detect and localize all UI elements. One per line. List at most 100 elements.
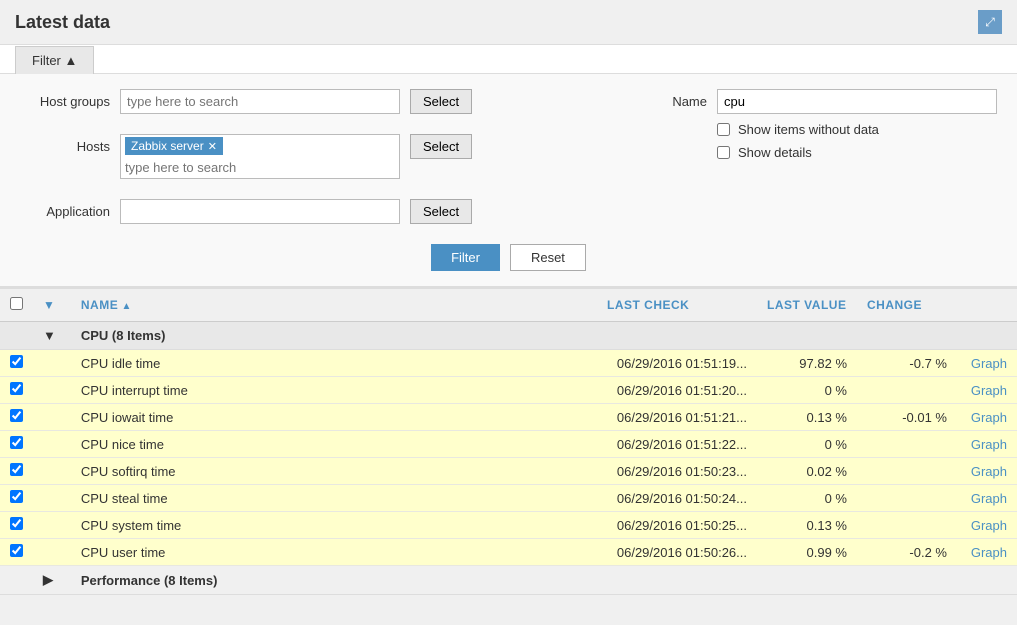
host-tag-remove-icon[interactable]: ✕ xyxy=(208,140,217,153)
item-name-6: CPU steal time xyxy=(71,485,597,512)
host-groups-input[interactable] xyxy=(120,89,400,114)
graph-link-5[interactable]: Graph xyxy=(971,464,1007,479)
graph-link-3[interactable]: Graph xyxy=(971,410,1007,425)
perf-group-label: Performance (8 Items) xyxy=(71,566,1017,595)
table-row: CPU nice time 06/29/2016 01:51:22... 0 %… xyxy=(0,431,1017,458)
filter-button[interactable]: Filter xyxy=(431,244,500,271)
main-content: Filter ▲ Host groups Select Hosts xyxy=(0,44,1017,595)
host-groups-select-button[interactable]: Select xyxy=(410,89,472,114)
name-label: Name xyxy=(667,94,707,109)
show-details-checkbox[interactable] xyxy=(717,146,730,159)
filter-tab-label: Filter ▲ xyxy=(32,53,77,68)
row-checkbox-6[interactable] xyxy=(10,490,23,503)
change-3: -0.01 % xyxy=(857,404,957,431)
row-checkbox-1[interactable] xyxy=(10,355,23,368)
last-value-8: 0.99 % xyxy=(757,539,857,566)
last-check-3: 06/29/2016 01:51:21... xyxy=(597,404,757,431)
last-value-4: 0 % xyxy=(757,431,857,458)
graph-link-7[interactable]: Graph xyxy=(971,518,1007,533)
last-check-2: 06/29/2016 01:51:20... xyxy=(597,377,757,404)
cpu-group-label: CPU (8 Items) xyxy=(71,322,1017,350)
table-row: CPU idle time 06/29/2016 01:51:19... 97.… xyxy=(0,350,1017,377)
change-7 xyxy=(857,512,957,539)
name-sort[interactable]: NAME xyxy=(81,298,132,312)
row-checkbox-3[interactable] xyxy=(10,409,23,422)
change-5 xyxy=(857,458,957,485)
th-graph xyxy=(957,288,1017,322)
table-row: CPU user time 06/29/2016 01:50:26... 0.9… xyxy=(0,539,1017,566)
host-tag-label: Zabbix server xyxy=(131,139,204,153)
application-input[interactable] xyxy=(120,199,400,224)
data-table: ▼ NAME LAST CHECK LAST VALUE CHANGE ▼ CP… xyxy=(0,287,1017,595)
host-groups-label: Host groups xyxy=(20,89,110,109)
filter-section: Host groups Select Hosts Zabbix server ✕ xyxy=(0,74,1017,287)
change-2 xyxy=(857,377,957,404)
select-all-checkbox[interactable] xyxy=(10,297,23,310)
show-items-checkbox[interactable] xyxy=(717,123,730,136)
graph-link-4[interactable]: Graph xyxy=(971,437,1007,452)
last-value-1: 97.82 % xyxy=(757,350,857,377)
row-checkbox-8[interactable] xyxy=(10,544,23,557)
last-value-7: 0.13 % xyxy=(757,512,857,539)
row-checkbox-4[interactable] xyxy=(10,436,23,449)
performance-group-row: ▶ Performance (8 Items) xyxy=(0,566,1017,595)
reset-button[interactable]: Reset xyxy=(510,244,586,271)
hosts-row: Hosts Zabbix server ✕ Select xyxy=(20,134,472,179)
th-name[interactable]: NAME xyxy=(71,288,597,322)
expand-all-icon[interactable]: ▼ xyxy=(43,298,55,312)
perf-group-toggle-icon[interactable]: ▶ xyxy=(43,572,53,587)
hosts-label: Hosts xyxy=(20,134,110,154)
th-checkbox xyxy=(0,288,33,322)
th-expand: ▼ xyxy=(33,288,71,322)
group-toggle-cell[interactable]: ▼ xyxy=(33,322,71,350)
filter-tab[interactable]: Filter ▲ xyxy=(15,46,94,74)
expand-button[interactable]: ⤢ xyxy=(978,10,1002,34)
last-value-2: 0 % xyxy=(757,377,857,404)
hosts-input-area: Zabbix server ✕ xyxy=(120,134,400,179)
row-checkbox-5[interactable] xyxy=(10,463,23,476)
show-details-label: Show details xyxy=(738,145,812,160)
page-title: Latest data xyxy=(15,12,110,33)
item-name-3: CPU iowait time xyxy=(71,404,597,431)
th-change[interactable]: CHANGE xyxy=(857,288,957,322)
row-checkbox-cell[interactable] xyxy=(0,350,33,377)
name-input[interactable] xyxy=(717,89,997,114)
change-8: -0.2 % xyxy=(857,539,957,566)
item-name-4: CPU nice time xyxy=(71,431,597,458)
cpu-group-toggle-icon[interactable]: ▼ xyxy=(43,328,56,343)
hosts-select-button[interactable]: Select xyxy=(410,134,472,159)
row-checkbox-2[interactable] xyxy=(10,382,23,395)
item-name-2: CPU interrupt time xyxy=(71,377,597,404)
last-value-6: 0 % xyxy=(757,485,857,512)
last-check-7: 06/29/2016 01:50:25... xyxy=(597,512,757,539)
show-items-row: Show items without data xyxy=(717,122,997,137)
group-checkbox-cell xyxy=(0,322,33,350)
table-row: CPU softirq time 06/29/2016 01:50:23... … xyxy=(0,458,1017,485)
right-filters: Name Show items without data Show detail… xyxy=(667,89,997,160)
graph-link-2[interactable]: Graph xyxy=(971,383,1007,398)
hosts-search-input[interactable] xyxy=(121,157,399,178)
change-4 xyxy=(857,431,957,458)
last-check-4: 06/29/2016 01:51:22... xyxy=(597,431,757,458)
graph-link-8[interactable]: Graph xyxy=(971,545,1007,560)
filter-tab-row: Filter ▲ xyxy=(0,45,1017,74)
graph-link-6[interactable]: Graph xyxy=(971,491,1007,506)
last-value-5: 0.02 % xyxy=(757,458,857,485)
application-select-button[interactable]: Select xyxy=(410,199,472,224)
th-last-check[interactable]: LAST CHECK xyxy=(597,288,757,322)
row-checkbox-7[interactable] xyxy=(10,517,23,530)
graph-link-1[interactable]: Graph xyxy=(971,356,1007,371)
last-value-3: 0.13 % xyxy=(757,404,857,431)
table-row: CPU interrupt time 06/29/2016 01:51:20..… xyxy=(0,377,1017,404)
application-label: Application xyxy=(20,199,110,219)
change-6 xyxy=(857,485,957,512)
item-name-1: CPU idle time xyxy=(71,350,597,377)
show-details-row: Show details xyxy=(717,145,997,160)
last-check-1: 06/29/2016 01:51:19... xyxy=(597,350,757,377)
graph-cell-1: Graph xyxy=(957,350,1017,377)
item-name-7: CPU system time xyxy=(71,512,597,539)
table-row: CPU iowait time 06/29/2016 01:51:21... 0… xyxy=(0,404,1017,431)
change-1: -0.7 % xyxy=(857,350,957,377)
host-tag-zabbix: Zabbix server ✕ xyxy=(125,137,223,155)
th-last-value[interactable]: LAST VALUE xyxy=(757,288,857,322)
